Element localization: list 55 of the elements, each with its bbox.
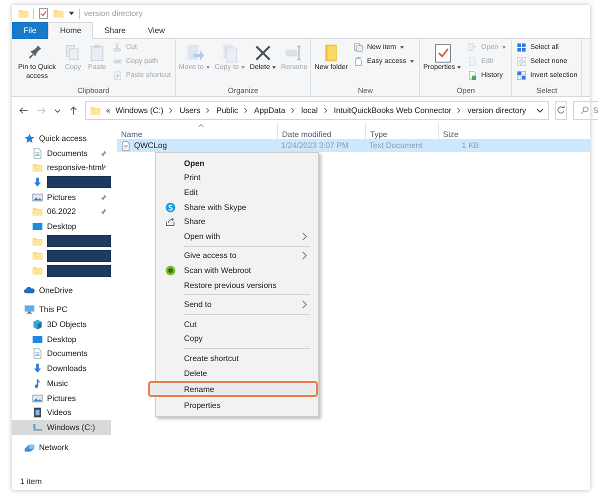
menu-item[interactable]: Rename bbox=[148, 381, 318, 398]
menu-item[interactable]: Give access to bbox=[158, 248, 316, 264]
nav-item[interactable]: Quick access bbox=[12, 131, 111, 146]
nav-item[interactable]: Pictures bbox=[12, 190, 111, 204]
menu-item[interactable]: Scan with Webroot bbox=[158, 263, 316, 278]
menu-item[interactable]: Copy bbox=[158, 332, 316, 346]
nav-item[interactable]: Windows (C:) bbox=[12, 420, 111, 435]
menu-item[interactable]: Share bbox=[158, 214, 316, 229]
ribbon-tab[interactable]: View bbox=[136, 22, 176, 39]
ribbon-tab[interactable]: Share bbox=[93, 22, 137, 39]
overflow-mark[interactable]: « bbox=[106, 106, 110, 114]
nav-item[interactable]: Documents bbox=[12, 146, 111, 160]
menu-item[interactable]: Delete bbox=[158, 366, 316, 380]
table-cell-text: 1 KB bbox=[460, 141, 480, 150]
address-bar[interactable]: « Windows (C:) Users Public AppData local IntuitQuickBooks Web Connector version directory bbox=[85, 100, 550, 120]
status-text: 1 item bbox=[20, 476, 42, 486]
nav-item[interactable]: Desktop bbox=[12, 332, 111, 347]
nav-item[interactable]: 06.2022 bbox=[12, 204, 111, 220]
path-segment[interactable]: local bbox=[301, 106, 318, 114]
menu-item[interactable]: Send to bbox=[158, 297, 316, 312]
nav-item[interactable]: Videos bbox=[12, 405, 111, 420]
menu-item[interactable]: Cut bbox=[158, 316, 316, 332]
menu-item[interactable]: Properties bbox=[158, 398, 316, 413]
window-title: version directory bbox=[84, 9, 143, 18]
ribbon-tab[interactable]: Home bbox=[48, 22, 94, 39]
path-segment[interactable]: version directory bbox=[467, 106, 526, 114]
menu-item[interactable]: Print bbox=[158, 170, 316, 186]
nav-item[interactable]: Documents bbox=[12, 346, 111, 362]
path-segment[interactable]: Windows (C:) bbox=[115, 106, 164, 114]
nav-item[interactable]: Desktop bbox=[12, 219, 111, 234]
nav-item[interactable]: OneDrive bbox=[12, 282, 111, 298]
nav-item[interactable]: Pictures bbox=[12, 390, 111, 406]
file-row[interactable]: QWCLog 1/24/2023 3:07 PM Text Document 1 KB bbox=[117, 139, 590, 152]
table-cell-text: Text Document bbox=[368, 141, 424, 150]
nav-item[interactable]: responsive-html bbox=[12, 160, 111, 176]
nav-item[interactable]: Music bbox=[12, 376, 111, 391]
nav-item[interactable]: Downloads bbox=[12, 361, 111, 376]
nav-item[interactable]: 3D Objects bbox=[12, 317, 111, 332]
menu-item[interactable]: Edit bbox=[158, 185, 316, 200]
file-tab[interactable]: File bbox=[12, 22, 48, 39]
menu-item[interactable]: Open with bbox=[158, 228, 316, 244]
menu-item[interactable]: Restore previous versions bbox=[158, 278, 316, 292]
table-cell-text: 1/24/2023 3:07 PM bbox=[280, 141, 350, 150]
path-segment[interactable]: Public bbox=[216, 106, 238, 114]
menu-item[interactable]: Create shortcut bbox=[158, 351, 316, 366]
column-header[interactable]: Name bbox=[117, 123, 277, 139]
menu-item[interactable]: Share with Skype bbox=[158, 200, 316, 214]
nav-item[interactable]: Network bbox=[12, 440, 111, 454]
path-segment[interactable]: IntuitQuickBooks Web Connector bbox=[334, 106, 452, 114]
path-segment[interactable]: Users bbox=[179, 106, 200, 114]
path-segment[interactable]: AppData bbox=[254, 106, 286, 114]
menu-item[interactable]: Open bbox=[158, 156, 316, 171]
nav-item[interactable]: This PC bbox=[12, 302, 111, 318]
table-cell: QWCLog bbox=[117, 140, 277, 150]
search-field[interactable]: S bbox=[573, 100, 598, 120]
